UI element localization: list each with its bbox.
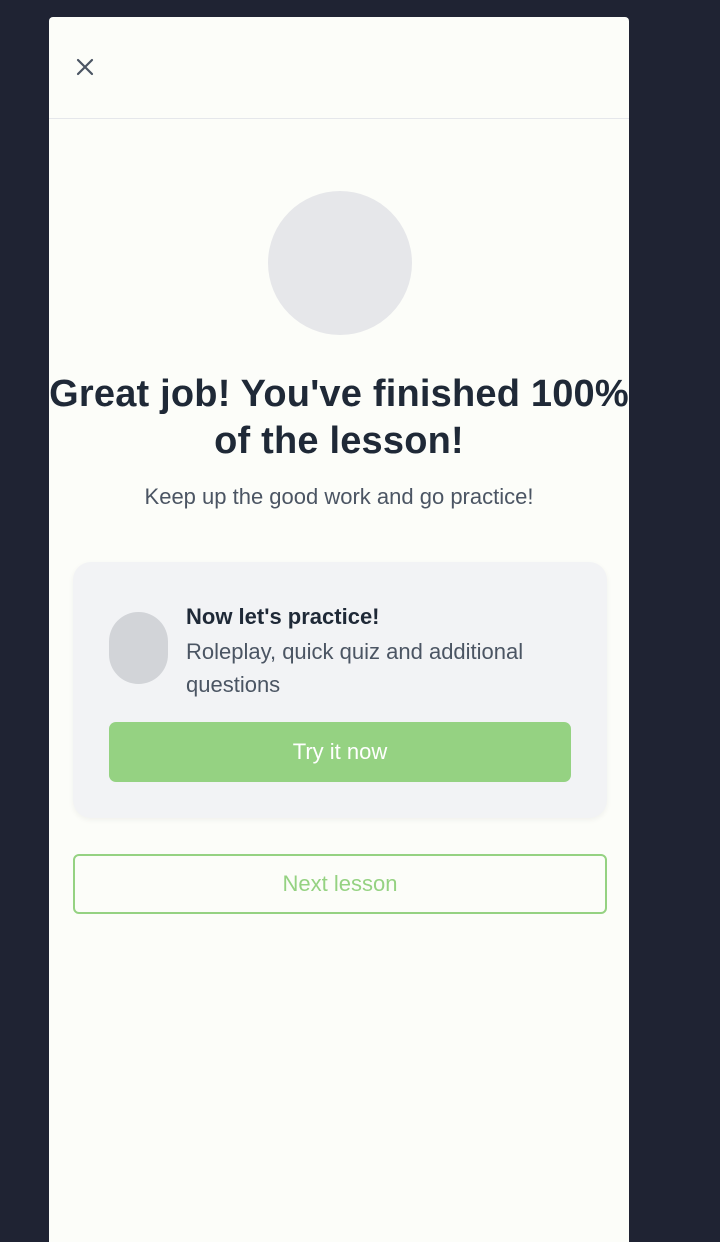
celebration-image-placeholder [268,191,412,335]
try-it-now-button[interactable]: Try it now [109,722,571,782]
modal-header [49,17,629,119]
page-subtitle: Keep up the good work and go practice! [144,484,534,509]
practice-description: Roleplay, quick quiz and additional ques… [186,639,524,697]
close-icon [76,58,94,76]
next-lesson-button[interactable]: Next lesson [73,854,607,914]
page-title: Great job! You've finished 100% of the l… [49,373,629,462]
close-button[interactable] [71,53,99,81]
lesson-complete-modal: Great job! You've finished 100% of the l… [49,17,629,1242]
practice-icon [109,612,168,684]
practice-card: Now let's practice! Roleplay, quick quiz… [73,562,607,818]
practice-title: Now let's practice! [186,604,380,629]
